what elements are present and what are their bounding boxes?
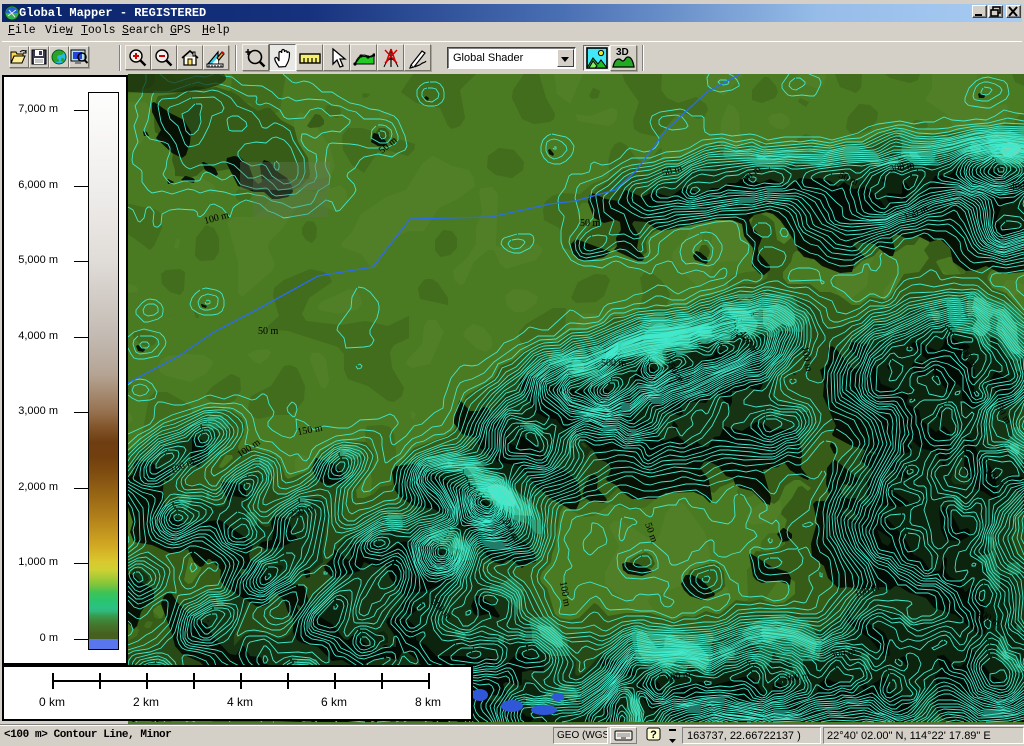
svg-text:400 m: 400 m (784, 671, 810, 684)
svg-text:50 m: 50 m (580, 218, 601, 229)
svg-text:400: 400 (1010, 182, 1024, 193)
svg-text:3D: 3D (616, 47, 629, 58)
svg-text:500 m: 500 m (601, 358, 627, 369)
svg-text:?: ? (650, 729, 657, 741)
svg-text:50 m: 50 m (258, 326, 279, 337)
